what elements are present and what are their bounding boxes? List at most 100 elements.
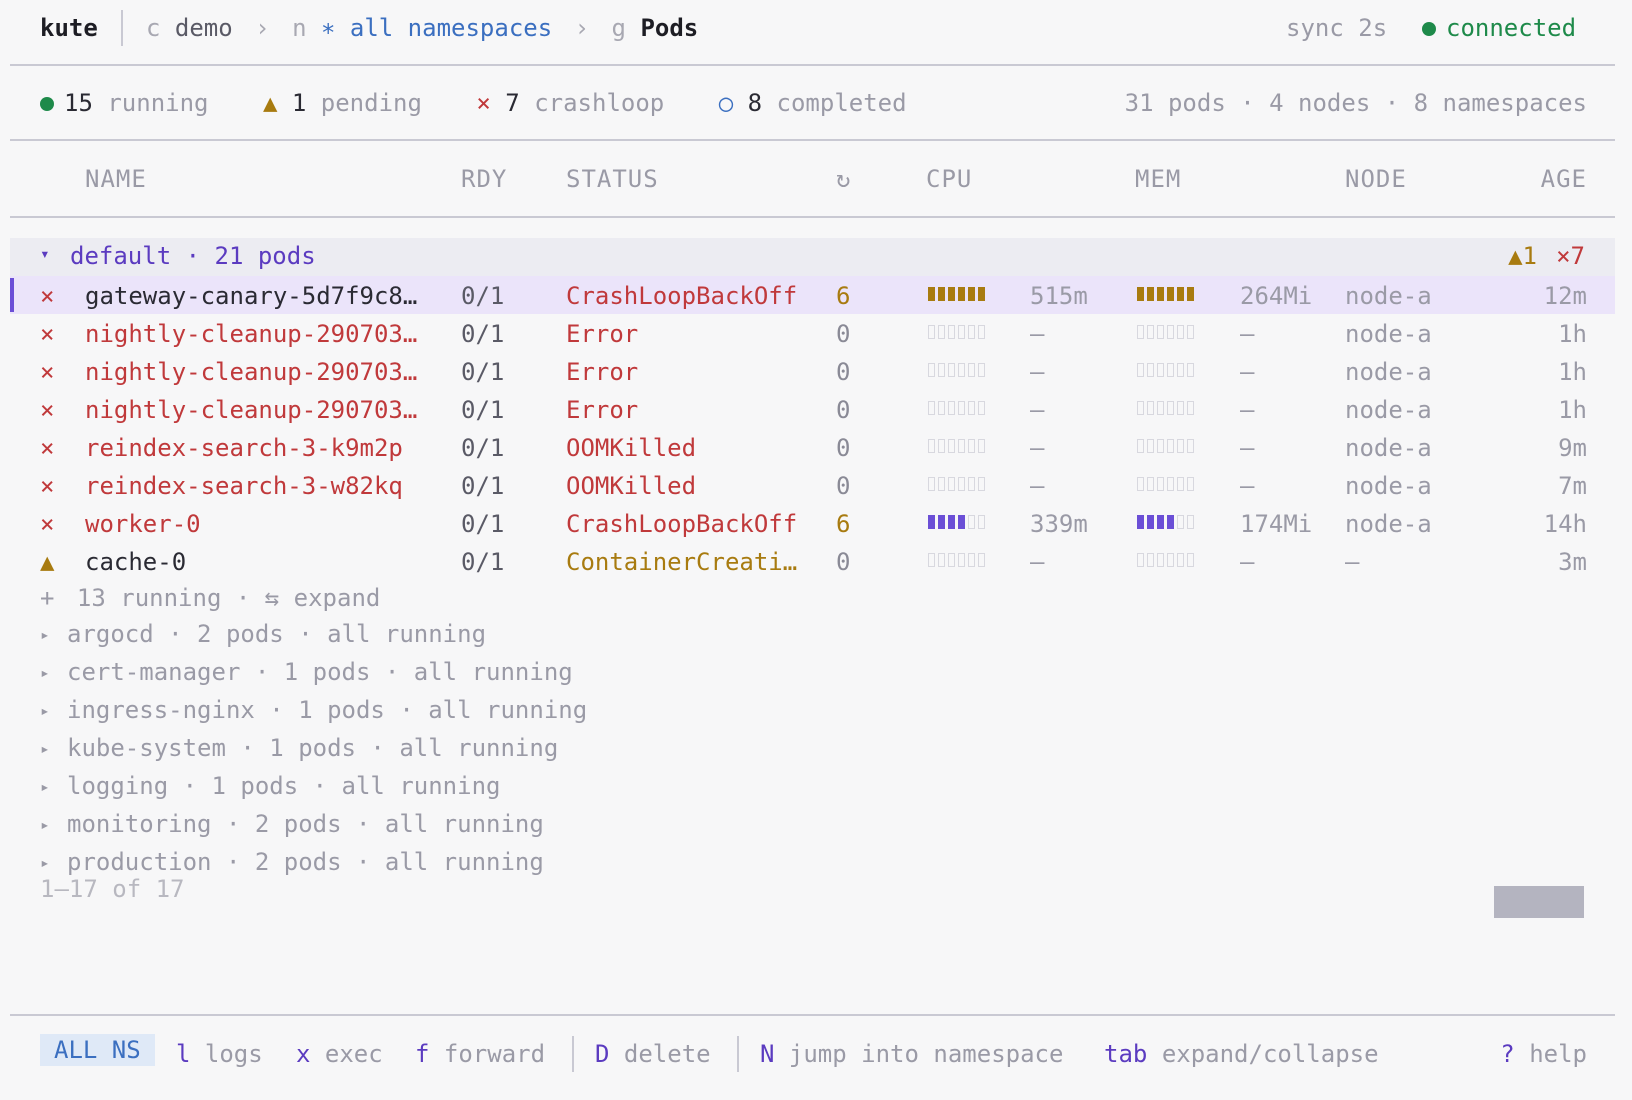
- expand-running-label[interactable]: 13 running · ⇆ expand: [77, 584, 380, 612]
- table-row[interactable]: × reindex-search-3-k9m2p 0/1 OOMKilled 0…: [0, 428, 1632, 466]
- namespace-group-collapsed[interactable]: ▸ kube-system · 1 pods · all running: [40, 734, 558, 762]
- chevron-right-icon[interactable]: ▸: [40, 853, 67, 872]
- usage-bar-segment: [958, 401, 965, 415]
- pending-label: pending: [320, 89, 422, 117]
- mem-usage-bars: [1137, 434, 1194, 458]
- pod-restarts: 6: [836, 282, 851, 310]
- col-ready[interactable]: RDY: [461, 165, 507, 193]
- chevron-right-icon[interactable]: ▸: [40, 625, 67, 644]
- exec-label: exec: [324, 1040, 383, 1068]
- divider: [10, 1014, 1615, 1016]
- usage-bar-segment: [1137, 515, 1144, 529]
- chevron-right-icon[interactable]: ▸: [40, 815, 67, 834]
- cpu-usage-bars: [928, 396, 985, 420]
- pod-name[interactable]: reindex-search-3-k9m2p: [85, 434, 403, 462]
- pod-name[interactable]: nightly-cleanup-290703…: [85, 396, 417, 424]
- usage-bar-segment: [1157, 439, 1164, 453]
- pod-name[interactable]: reindex-search-3-w82kq: [85, 472, 403, 500]
- pod-node: node-a: [1345, 282, 1432, 310]
- pod-name[interactable]: nightly-cleanup-290703…: [85, 358, 417, 386]
- mem-usage-bars: [1137, 358, 1194, 382]
- pod-name[interactable]: nightly-cleanup-290703…: [85, 320, 417, 348]
- usage-bar-segment: [928, 325, 935, 339]
- forward-shortcut[interactable]: f forward: [415, 1040, 545, 1068]
- pod-status: CrashLoopBackOff: [566, 510, 798, 538]
- cpu-usage-bars: [928, 472, 985, 496]
- pod-restarts: 0: [836, 358, 851, 386]
- pod-mem: –: [1240, 434, 1255, 462]
- usage-bar-segment: [1187, 439, 1194, 453]
- namespace-group-collapsed[interactable]: ▸ production · 2 pods · all running: [40, 848, 544, 876]
- chevron-right-icon[interactable]: ▸: [40, 663, 67, 682]
- col-age[interactable]: AGE: [1541, 165, 1587, 193]
- namespace-label: logging · 1 pods · all running: [67, 772, 501, 800]
- pod-name[interactable]: worker-0: [85, 510, 201, 538]
- help-shortcut[interactable]: ? help: [1500, 1040, 1587, 1068]
- logs-label: logs: [204, 1040, 263, 1068]
- table-row[interactable]: × worker-0 0/1 CrashLoopBackOff 6 339m 1…: [0, 504, 1632, 542]
- col-cpu[interactable]: CPU: [926, 165, 972, 193]
- pod-status: Error: [566, 320, 639, 348]
- delete-shortcut[interactable]: D delete: [595, 1040, 711, 1068]
- warning-triangle-icon: ▲: [40, 548, 55, 576]
- chevron-down-icon[interactable]: ▾: [40, 244, 50, 263]
- pod-name[interactable]: cache-0: [85, 548, 186, 576]
- pod-ready: 0/1: [461, 282, 505, 310]
- table-row[interactable]: ▲ cache-0 0/1 ContainerCreati… 0 – – – 3…: [0, 542, 1632, 580]
- breadcrumb-resource[interactable]: Pods: [640, 14, 698, 42]
- tab-shortcut[interactable]: tab expand/collapse: [1104, 1040, 1379, 1068]
- pod-mem: 264Mi: [1240, 282, 1313, 310]
- table-row[interactable]: × reindex-search-3-w82kq 0/1 OOMKilled 0…: [0, 466, 1632, 504]
- table-row[interactable]: × nightly-cleanup-290703… 0/1 Error 0 – …: [0, 390, 1632, 428]
- namespace-group-collapsed[interactable]: ▸ logging · 1 pods · all running: [40, 772, 500, 800]
- mem-usage-bars: [1137, 472, 1194, 496]
- scrollbar-thumb[interactable]: [1494, 886, 1584, 918]
- namespace-group-collapsed[interactable]: ▸ cert-manager · 1 pods · all running: [40, 658, 573, 686]
- pod-node: node-a: [1345, 434, 1432, 462]
- pod-age: 1h: [1558, 396, 1587, 424]
- namespace-group-collapsed[interactable]: ▸ argocd · 2 pods · all running: [40, 620, 486, 648]
- chevron-right-icon[interactable]: ▸: [40, 701, 67, 720]
- col-name[interactable]: NAME: [85, 165, 147, 193]
- breadcrumb-context[interactable]: demo: [175, 14, 233, 42]
- pod-node: node-a: [1345, 320, 1432, 348]
- table-row[interactable]: × nightly-cleanup-290703… 0/1 Error 0 – …: [0, 352, 1632, 390]
- tab-label: expand/collapse: [1161, 1040, 1379, 1068]
- pod-mem: –: [1240, 472, 1255, 500]
- jump-namespace-shortcut[interactable]: N jump into namespace: [760, 1040, 1063, 1068]
- col-status[interactable]: STATUS: [566, 165, 659, 193]
- table-row[interactable]: × gateway-canary-5d7f9c8… 0/1 CrashLoopB…: [10, 276, 1615, 314]
- col-mem[interactable]: MEM: [1135, 165, 1181, 193]
- usage-bar-segment: [1157, 477, 1164, 491]
- namespace-group-label: default · 21 pods: [70, 242, 316, 270]
- error-x-icon: ×: [40, 358, 55, 386]
- logs-shortcut[interactable]: l logs: [176, 1040, 263, 1068]
- pod-name[interactable]: gateway-canary-5d7f9c8…: [85, 282, 417, 310]
- usage-bar-segment: [1167, 401, 1174, 415]
- col-node[interactable]: NODE: [1345, 165, 1407, 193]
- breadcrumb-namespace[interactable]: all namespaces: [350, 14, 552, 42]
- exec-shortcut[interactable]: x exec: [296, 1040, 383, 1068]
- namespace-group-collapsed[interactable]: ▸ ingress-nginx · 1 pods · all running: [40, 696, 587, 724]
- divider: [10, 64, 1615, 66]
- namespace-group-collapsed[interactable]: ▸ monitoring · 2 pods · all running: [40, 810, 544, 838]
- col-restarts-icon[interactable]: ↻: [836, 165, 851, 193]
- tab-key: tab: [1104, 1040, 1148, 1068]
- completed-circle-icon: ○: [718, 89, 734, 117]
- pending-triangle-icon: ▲: [262, 89, 278, 117]
- context-key: c: [146, 14, 161, 42]
- pod-mem: –: [1240, 320, 1255, 348]
- usage-bar-segment: [1147, 287, 1154, 301]
- usage-bar-segment: [938, 363, 945, 377]
- usage-bar-segment: [968, 325, 975, 339]
- namespace-group-default[interactable]: ▾ default · 21 pods ▲1 ×7: [10, 238, 1615, 276]
- chevron-right-icon[interactable]: ▸: [40, 777, 67, 796]
- pod-age: 9m: [1558, 434, 1587, 462]
- usage-bar-segment: [1187, 325, 1194, 339]
- brand-divider: [121, 10, 123, 46]
- expand-running-row[interactable]: + 13 running · ⇆ expand: [40, 584, 380, 612]
- chevron-right-icon[interactable]: ▸: [40, 739, 67, 758]
- completed-label: completed: [776, 89, 907, 117]
- usage-bar-segment: [1187, 287, 1194, 301]
- table-row[interactable]: × nightly-cleanup-290703… 0/1 Error 0 – …: [0, 314, 1632, 352]
